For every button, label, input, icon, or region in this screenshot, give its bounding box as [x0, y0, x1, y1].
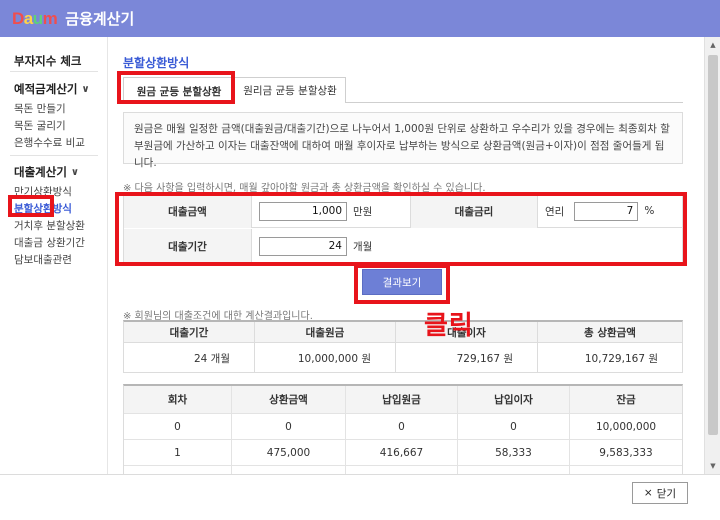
app-title: 금융계산기 [65, 10, 135, 28]
sidebar-group-label: 대출계산기 [14, 165, 67, 179]
schedule-header-row: 회차 상환금액 납입원금 납입이자 잔금 [124, 386, 682, 414]
loan-amount-input[interactable] [259, 201, 347, 221]
loan-rate-cell: 연리 % [545, 194, 682, 228]
show-result-button[interactable]: 결과보기 [362, 269, 442, 295]
daum-logo[interactable]: Daum [12, 8, 58, 29]
sidebar-divider [10, 71, 98, 72]
summary-value-row: 24 개월 10,000,000 원 729,167 원 10,729,167 … [124, 343, 682, 373]
sidebar-item-mortgage[interactable]: 담보대출관련 [14, 252, 72, 267]
schedule-cell: 1 [124, 440, 232, 465]
schedule-cell: 0 [346, 414, 458, 439]
schedule-cell: 416,667 [346, 466, 458, 474]
schedule-cell: 2 [124, 466, 232, 474]
summary-header-principal: 대출원금 [255, 322, 396, 342]
loan-amount-label: 대출금액 [124, 194, 252, 228]
sidebar-divider [10, 155, 98, 156]
table-row: 0 0 0 0 10,000,000 [124, 414, 682, 440]
sidebar-group-wealth-index[interactable]: 부자지수 체크 [14, 53, 81, 69]
table-row: 2 472,570 416,667 55,903 9,166,666 [124, 466, 682, 474]
loan-amount-unit: 만원 [353, 205, 373, 218]
main-content: 분할상환방식 원금 균등 분할상환 원리금 균등 분할상환 원금은 매월 일정한… [108, 37, 704, 474]
page-title: 분할상환방식 [123, 56, 190, 70]
annotation-click-label: 클릭 [424, 311, 474, 341]
schedule-cell: 472,570 [232, 466, 346, 474]
loan-period-label: 대출기간 [124, 229, 252, 263]
close-icon: × [643, 487, 653, 499]
repayment-schedule-table: 회차 상환금액 납입원금 납입이자 잔금 0 0 0 0 10,000,000 … [123, 384, 683, 474]
loan-rate-unit: % [644, 205, 655, 217]
sidebar-item-repayment-period[interactable]: 대출금 상환기간 [14, 235, 85, 250]
tab-equal-payment[interactable]: 원리금 균등 분할상환 [234, 77, 346, 103]
schedule-cell: 9,583,333 [599, 446, 653, 459]
schedule-cell: 416,667 [346, 440, 458, 465]
loan-rate-input[interactable] [574, 201, 639, 221]
result-summary-table: 대출기간 대출원금 대출이자 총 상환금액 24 개월 10,000,000 원… [123, 320, 683, 373]
schedule-cell: 0 [232, 414, 346, 439]
schedule-header-payment: 상환금액 [232, 386, 346, 413]
scroll-down-arrow-icon[interactable]: ▼ [705, 458, 720, 474]
sidebar-item-grace-installment[interactable]: 거치후 분할상환 [14, 218, 85, 233]
sidebar-group-label: 부자지수 체크 [14, 54, 82, 68]
sidebar-group-label: 예적금계산기 [14, 82, 78, 96]
logo-letter-a: a [23, 8, 33, 28]
summary-header-row: 대출기간 대출원금 대출이자 총 상환금액 [124, 322, 682, 343]
schedule-cell: 58,333 [458, 440, 570, 465]
loan-period-cell: 개월 [259, 229, 459, 263]
input-row: 대출기간 개월 [124, 229, 682, 263]
chevron-down-icon: ∨ [81, 83, 90, 95]
sidebar-item-maturity-repayment[interactable]: 만기상환방식 [14, 184, 72, 199]
scrollbar-thumb[interactable] [708, 55, 718, 435]
schedule-cell: 475,000 [232, 440, 346, 465]
schedule-header-interest: 납입이자 [458, 386, 570, 413]
app-window: Daum 금융계산기 부자지수 체크 예적금계산기 ∨ 목돈 만들기 목돈 굴리… [0, 0, 720, 520]
chevron-down-icon: ∨ [70, 166, 80, 178]
input-row: 대출금액 만원 대출금리 연리 % [124, 194, 682, 228]
annual-rate-prefix: 연리 [545, 205, 565, 218]
schedule-cell: 0 [458, 414, 570, 439]
loan-period-unit: 개월 [353, 240, 373, 253]
logo-letter-m: m [42, 8, 58, 28]
sidebar-item-make-lump-sum[interactable]: 목돈 만들기 [14, 101, 66, 116]
schedule-header-principal: 납입원금 [346, 386, 458, 413]
logo-letter-u: u [32, 8, 43, 28]
tab-equal-principal[interactable]: 원금 균등 분할상환 [123, 77, 235, 104]
schedule-header-balance: 잔금 [616, 394, 636, 406]
summary-header-period: 대출기간 [124, 322, 255, 342]
vertical-scrollbar[interactable]: ▲ ▼ [704, 37, 720, 474]
summary-header-total: 총 상환금액 [584, 326, 636, 339]
method-description: 원금은 매월 일정한 금액(대출원금/대출기간)으로 나누어서 1,000원 단… [123, 112, 683, 169]
sidebar-item-bank-fee-compare[interactable]: 은행수수료 비교 [14, 135, 85, 150]
sidebar-item-installment-repayment[interactable]: 분할상환방식 [14, 201, 72, 216]
loan-amount-cell: 만원 [259, 194, 407, 228]
close-button[interactable]: × 닫기 [632, 482, 688, 504]
summary-value-total: 10,729,167 원 [584, 352, 658, 365]
schedule-cell: 55,903 [458, 466, 570, 474]
tab-bar: 원금 균등 분할상환 원리금 균등 분할상환 [123, 77, 683, 104]
scroll-up-arrow-icon[interactable]: ▲ [705, 37, 720, 53]
sidebar-group-loans[interactable]: 대출계산기 ∨ [14, 164, 79, 180]
schedule-cell: 10,000,000 [595, 420, 657, 433]
summary-value-principal: 10,000,000 원 [255, 343, 396, 373]
table-row: 1 475,000 416,667 58,333 9,583,333 [124, 440, 682, 466]
header: Daum 금융계산기 [0, 0, 720, 37]
loan-rate-label: 대출금리 [410, 194, 538, 228]
footer: × 닫기 [0, 474, 720, 520]
close-button-label: 닫기 [656, 487, 677, 500]
summary-value-period: 24 개월 [124, 343, 255, 373]
logo-letter-d: D [12, 8, 24, 28]
sidebar-item-grow-lump-sum[interactable]: 목돈 굴리기 [14, 118, 66, 133]
schedule-cell: 9,166,666 [570, 466, 682, 475]
loan-input-table: 대출금액 만원 대출금리 연리 % 대출기간 개월 [123, 192, 683, 263]
loan-period-input[interactable] [259, 236, 347, 256]
schedule-header-round: 회차 [124, 386, 232, 413]
sidebar: 부자지수 체크 예적금계산기 ∨ 목돈 만들기 목돈 굴리기 은행수수료 비교 … [0, 37, 108, 474]
summary-value-interest: 729,167 원 [396, 343, 538, 373]
sidebar-group-savings[interactable]: 예적금계산기 ∨ [14, 81, 90, 97]
schedule-cell: 0 [124, 414, 232, 439]
